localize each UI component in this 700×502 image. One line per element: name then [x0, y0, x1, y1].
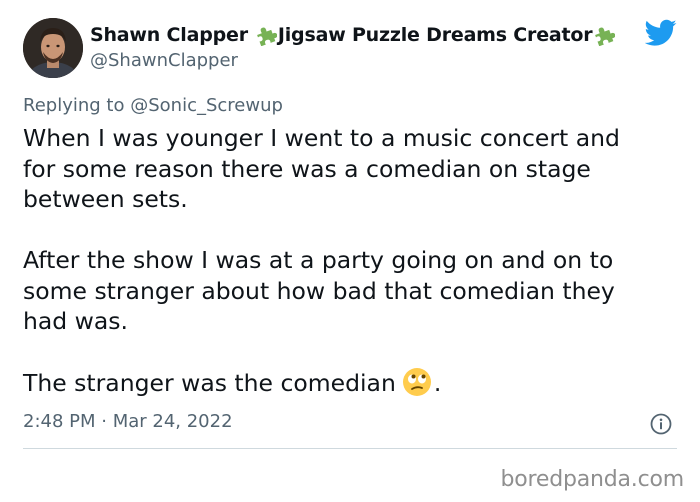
tweet-timestamp[interactable]: 2:48 PM · Mar 24, 2022: [23, 411, 233, 432]
tweet-line-end: .: [433, 369, 442, 397]
divider: [23, 448, 677, 449]
face-with-rolling-eyes-icon: [402, 367, 432, 397]
tweet-line: between sets.: [23, 185, 188, 213]
tweet-line: had was.: [23, 307, 129, 335]
tweet-paragraph: When I was younger I went to a music con…: [23, 123, 683, 215]
twitter-bird-icon[interactable]: [644, 19, 677, 47]
replying-to-mention[interactable]: @Sonic_Screwup: [130, 95, 283, 116]
tweet-line: The stranger was the comedian: [23, 369, 396, 397]
tweet-text: When I was younger I went to a music con…: [23, 123, 683, 399]
replying-to-prefix: Replying to: [23, 95, 125, 116]
tweet-paragraph: After the show I was at a party going on…: [23, 245, 683, 337]
tweet-line: some stranger about how bad that comedia…: [23, 276, 615, 305]
replying-to: Replying to @Sonic_Screwup: [23, 95, 283, 116]
avatar[interactable]: [23, 18, 83, 78]
info-icon[interactable]: [650, 413, 672, 435]
watermark: boredpanda.com: [500, 467, 684, 492]
puzzle-piece-icon: [255, 24, 278, 47]
tweet-paragraph: The stranger was the comedian .: [23, 367, 683, 399]
tweet-line: for some reason there was a comedian on …: [23, 154, 591, 183]
author-name-title: Jigsaw Puzzle Dreams Creator: [277, 24, 593, 46]
tweet-line: When I was younger I went to a music con…: [23, 124, 620, 152]
author-name-text: Shawn Clapper: [90, 24, 248, 46]
author-name[interactable]: Shawn Clapper Jigsaw Puzzle Dreams Creat…: [90, 22, 616, 48]
tweet-card: Shawn Clapper Jigsaw Puzzle Dreams Creat…: [0, 0, 700, 502]
puzzle-piece-icon: [593, 24, 616, 47]
author-handle[interactable]: @ShawnClapper: [90, 50, 238, 71]
tweet-line: After the show I was at a party going on…: [23, 246, 614, 274]
